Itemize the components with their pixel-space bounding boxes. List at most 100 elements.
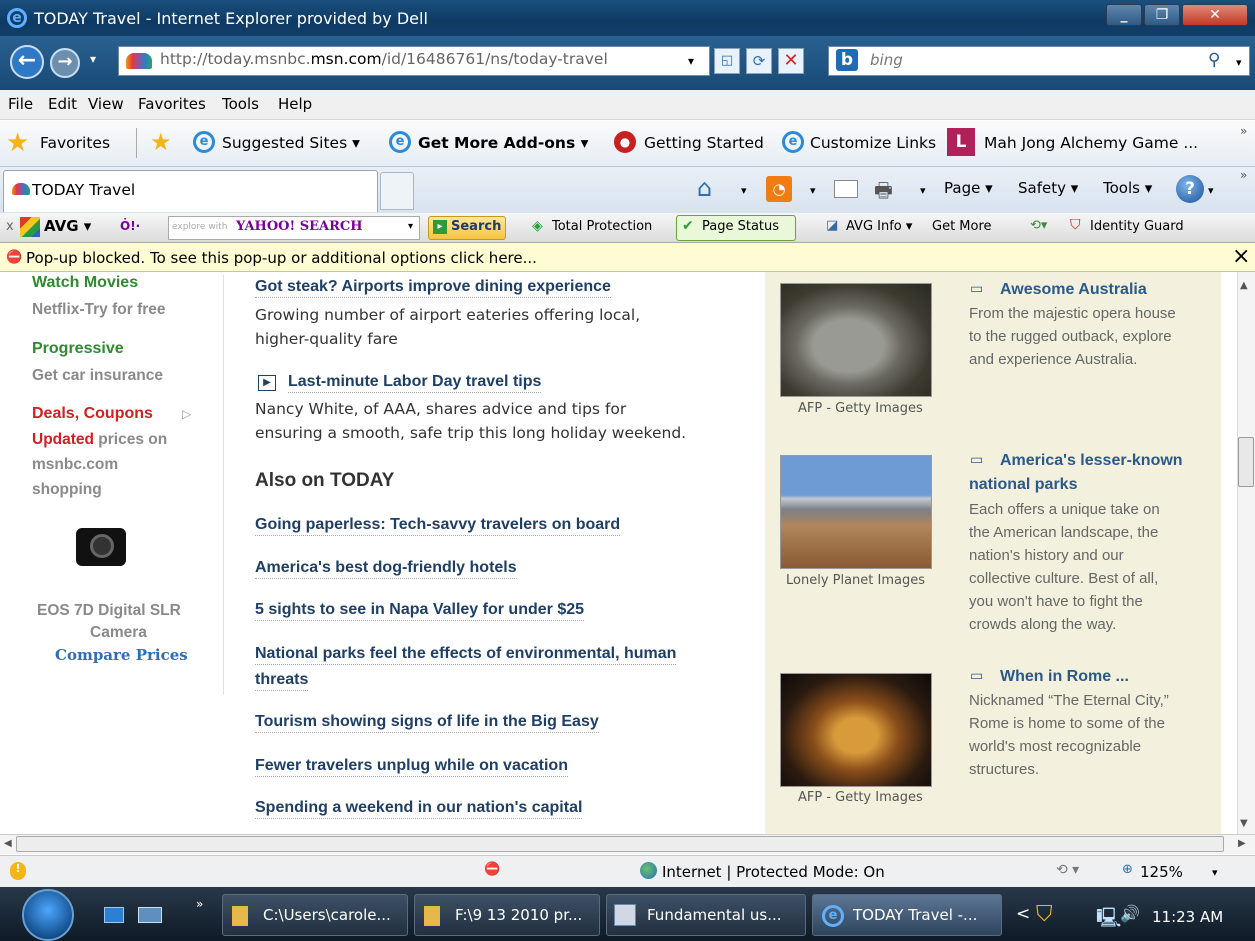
deals-ad-line3[interactable]: shopping [32, 481, 102, 499]
help-dropdown-icon[interactable]: ▾ [1208, 184, 1214, 197]
netflix-ad-title[interactable]: Watch Movies [32, 274, 138, 292]
get-more-addons-link[interactable]: Get More Add-ons ▾ [418, 134, 588, 152]
yahoo-icon[interactable]: Ȯ!· [120, 219, 140, 233]
also-link-dog-friendly[interactable]: America's best dog-friendly hotels [255, 559, 517, 579]
start-button[interactable] [22, 889, 74, 941]
switch-windows-icon[interactable] [138, 907, 162, 923]
also-link-big-easy[interactable]: Tourism showing signs of life in the Big… [255, 713, 599, 733]
favorites-star-icon[interactable]: ★ [6, 128, 29, 158]
close-toolbar-icon[interactable]: x [6, 219, 14, 234]
compatibility-view-icon[interactable]: ◱ [714, 48, 740, 74]
print-icon[interactable]: 🖶 [874, 176, 893, 210]
also-link-capital[interactable]: Spending a weekend in our nation's capit… [255, 799, 583, 819]
menu-view[interactable]: View [88, 95, 124, 113]
minimize-button[interactable]: _ [1106, 4, 1142, 26]
menu-file[interactable]: File [8, 95, 33, 113]
popup-blocked-text[interactable]: Pop-up blocked. To see this pop-up or ad… [26, 249, 537, 267]
national-parks-link-cont[interactable]: national parks [969, 476, 1077, 494]
netflix-ad-text[interactable]: Netflix-Try for free [32, 301, 166, 319]
scroll-right-icon[interactable]: ▶ [1238, 838, 1246, 849]
menu-help[interactable]: Help [278, 95, 312, 113]
mahjong-game-link[interactable]: Mah Jong Alchemy Game ... [984, 134, 1198, 152]
show-desktop-icon[interactable] [104, 907, 124, 923]
customize-links-link[interactable]: Customize Links [810, 134, 936, 152]
back-icon[interactable]: ← [10, 45, 44, 79]
also-link-napa[interactable]: 5 sights to see in Napa Valley for under… [255, 601, 585, 621]
camera-title-line2[interactable]: Camera [90, 624, 147, 642]
deals-ad-line1[interactable]: Updated prices on [32, 431, 167, 449]
chevron-right-icon[interactable]: » [1240, 168, 1247, 182]
compare-prices-link[interactable]: Compare Prices [55, 646, 188, 664]
progressive-ad-text[interactable]: Get car insurance [32, 367, 163, 385]
rss-feed-icon[interactable]: ◔ [766, 176, 792, 202]
deals-ad-title[interactable]: Deals, Coupons [32, 405, 153, 423]
taskbar-item-explorer-1[interactable]: C:\Users\carole... [222, 894, 408, 936]
add-favorite-icon[interactable]: ★ [150, 128, 172, 156]
address-dropdown-icon[interactable]: ▾ [688, 54, 694, 68]
clock[interactable]: 11:23 AM [1152, 908, 1223, 926]
progressive-ad-title[interactable]: Progressive [32, 340, 124, 358]
chevron-right-icon[interactable]: » [1240, 124, 1247, 138]
vertical-scrollbar[interactable] [1237, 272, 1255, 834]
close-popup-bar-icon[interactable]: × [1232, 244, 1250, 269]
avg-menu[interactable]: AVG ▾ [44, 217, 91, 235]
new-tab-button[interactable] [380, 172, 414, 210]
when-in-rome-link[interactable]: When in Rome ... [1000, 668, 1129, 686]
avg-info-menu[interactable]: AVG Info ▾ [846, 219, 912, 234]
also-link-unplug[interactable]: Fewer travelers unplug while on vacation [255, 757, 568, 777]
history-dropdown-icon[interactable]: ▾ [90, 52, 96, 66]
security-shield-icon[interactable]: ! [10, 862, 26, 880]
network-icon[interactable]: 🖳 [1096, 904, 1121, 936]
volume-icon[interactable]: 🔊 [1120, 904, 1140, 923]
taskbar-item-document[interactable]: Fundamental us... [606, 894, 806, 936]
home-icon[interactable]: ⌂ [697, 174, 712, 202]
protected-mode-icon[interactable]: ⟲ ▾ [1056, 862, 1079, 878]
national-parks-photo[interactable] [780, 455, 932, 569]
close-window-button[interactable]: ✕ [1182, 4, 1248, 26]
menu-favorites[interactable]: Favorites [138, 95, 206, 113]
zoom-dropdown-icon[interactable]: ▾ [1212, 866, 1218, 879]
help-icon[interactable]: ? [1176, 175, 1204, 203]
story-link-steak[interactable]: Got steak? Airports improve dining exper… [255, 278, 611, 298]
popup-status-icon[interactable]: ⛔ [484, 862, 500, 877]
favorites-button[interactable]: Favorites [40, 134, 110, 152]
horizontal-scroll-thumb[interactable] [16, 836, 1224, 852]
maximize-button[interactable]: ❐ [1144, 4, 1180, 26]
chevron-right-icon[interactable]: » [196, 897, 203, 911]
deals-ad-line2[interactable]: msnbc.com [32, 456, 118, 474]
feed-dropdown-icon[interactable]: ▾ [810, 184, 816, 197]
scroll-down-icon[interactable]: ▼ [1240, 818, 1248, 829]
search-icon[interactable]: ⚲ [1208, 50, 1220, 70]
taskbar-item-explorer-2[interactable]: F:\9 13 2010 pr... [414, 894, 600, 936]
also-link-national-parks[interactable]: National parks feel the effects of envir… [255, 645, 677, 665]
also-link-paperless[interactable]: Going paperless: Tech-savvy travelers on… [255, 516, 621, 536]
read-mail-icon[interactable] [834, 180, 858, 198]
vertical-scroll-thumb[interactable] [1238, 437, 1254, 487]
identity-guard-link[interactable]: Identity Guard [1090, 219, 1184, 234]
notification-chevron-icon[interactable]: < [1016, 904, 1030, 924]
home-dropdown-icon[interactable]: ▾ [741, 184, 747, 197]
also-link-national-parks-cont[interactable]: threats [255, 671, 309, 691]
koala-photo[interactable] [780, 283, 932, 397]
colosseum-photo[interactable] [780, 673, 932, 787]
get-more-link[interactable]: Get More [932, 219, 992, 234]
getting-started-link[interactable]: Getting Started [644, 134, 764, 152]
story-link-labor-day[interactable]: Last-minute Labor Day travel tips [288, 373, 542, 393]
refresh-icon[interactable]: ⟳ [746, 48, 772, 74]
yahoo-dropdown-icon[interactable]: ▾ [408, 221, 413, 232]
forward-icon[interactable]: → [50, 48, 80, 78]
addon-icon[interactable]: ⟲▾ [1030, 218, 1047, 233]
camera-title-line1[interactable]: EOS 7D Digital SLR [37, 602, 181, 620]
zone-status[interactable]: Internet | Protected Mode: On [662, 863, 885, 881]
security-tray-icon[interactable]: ⛉ [1036, 902, 1053, 927]
total-protection-link[interactable]: Total Protection [552, 219, 652, 234]
page-menu[interactable]: Page ▾ [944, 179, 993, 197]
safety-menu[interactable]: Safety ▾ [1018, 179, 1078, 197]
menu-edit[interactable]: Edit [48, 95, 77, 113]
stop-icon[interactable]: ✕ [778, 48, 804, 74]
suggested-sites-link[interactable]: Suggested Sites ▾ [222, 134, 360, 152]
search-options-icon[interactable]: ▾ [1236, 56, 1242, 69]
zoom-level[interactable]: 125% [1140, 863, 1183, 881]
print-dropdown-icon[interactable]: ▾ [920, 184, 926, 197]
url-text[interactable]: http://today.msnbc.msn.com/id/16486761/n… [160, 50, 608, 68]
